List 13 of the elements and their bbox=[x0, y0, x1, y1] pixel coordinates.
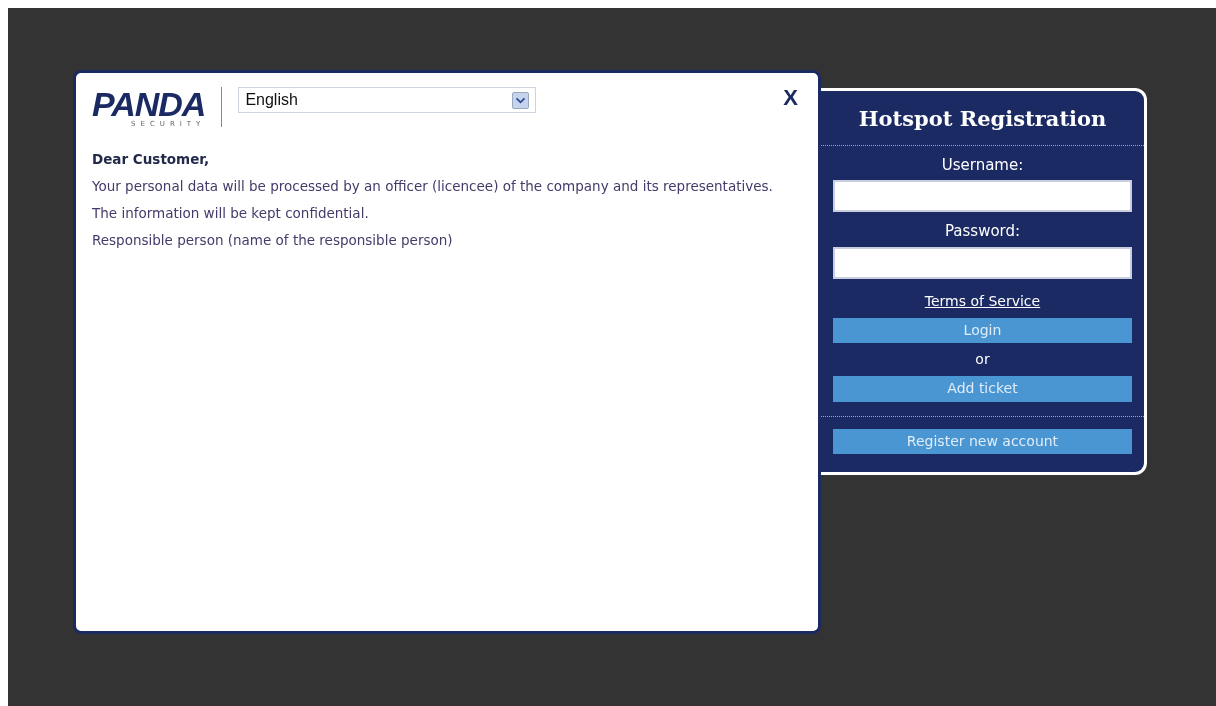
username-field[interactable] bbox=[833, 180, 1132, 212]
language-select[interactable]: English bbox=[238, 87, 537, 113]
username-label: Username: bbox=[940, 154, 1025, 176]
panel-title: Hotspot Registration bbox=[821, 103, 1144, 146]
message-paragraph: The information will be kept confidential. bbox=[92, 205, 370, 221]
password-label: Password: bbox=[943, 221, 1022, 242]
or-text: or bbox=[974, 350, 991, 370]
close-button[interactable]: X bbox=[783, 87, 798, 109]
password-field[interactable] bbox=[833, 246, 1132, 279]
message-paragraph: Your personal data will be processed by an officer (licencee) of the company and its representatives. bbox=[92, 178, 774, 194]
greeting: Dear Customer, bbox=[92, 152, 211, 167]
message-paragraph: Responsible person (name of the responsible person) bbox=[92, 232, 454, 248]
terms-link[interactable]: Terms of Service bbox=[924, 290, 1041, 312]
